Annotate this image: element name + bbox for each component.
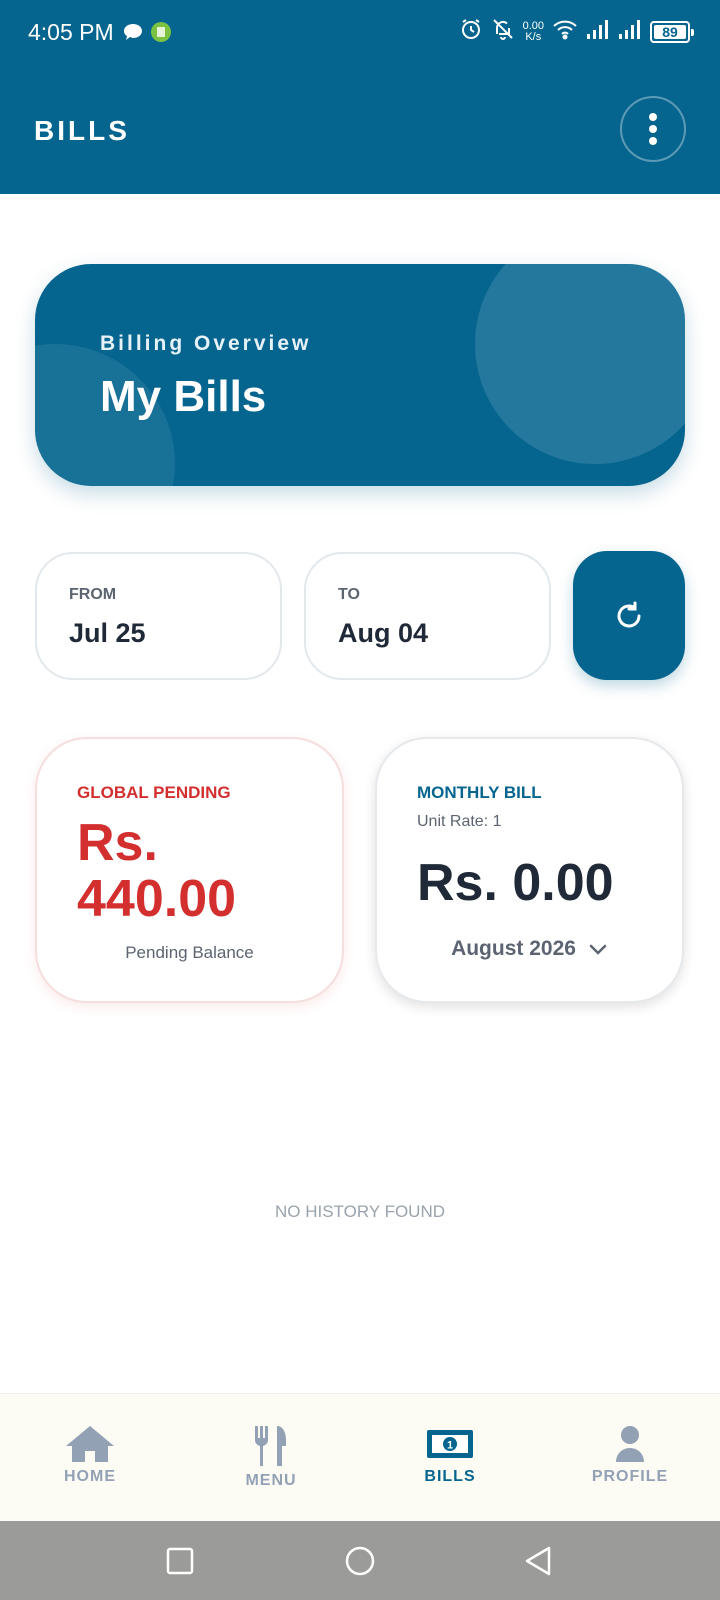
monthly-bill-label: MONTHLY BILL — [417, 783, 542, 802]
nav-label-menu: MENU — [245, 1472, 297, 1489]
svg-text:1: 1 — [447, 1440, 453, 1452]
square-icon — [166, 1547, 194, 1575]
user-icon — [616, 1426, 644, 1462]
hero-subtitle: Billing Overview — [100, 332, 312, 355]
status-time: 4:05 PM — [28, 19, 114, 45]
alarm-icon — [459, 17, 483, 46]
network-speed: 0.00 K/s — [523, 20, 544, 43]
battery-icon: 89 — [650, 20, 694, 43]
back-triangle-icon — [525, 1546, 551, 1576]
circle-icon — [345, 1546, 375, 1576]
bottom-navigation: HOME MENU 1 BILLS PROFILE — [0, 1393, 720, 1521]
from-label: FROM — [69, 586, 117, 603]
wifi-icon — [552, 18, 578, 45]
monthly-bill-card: MONTHLY BILL Unit Rate: 1 Rs. 0.00 Augus… — [375, 737, 684, 1003]
status-bar: 4:05 PM 0.00 K/s 89 — [0, 0, 720, 66]
nav-label-profile: PROFILE — [591, 1468, 669, 1485]
pending-balance-caption: Pending Balance — [125, 943, 254, 962]
from-date-value: Jul 25 — [69, 618, 146, 648]
nav-label-home: HOME — [64, 1468, 116, 1485]
speed-unit: K/s — [525, 30, 542, 43]
more-options-button[interactable] — [620, 96, 686, 162]
recent-apps-button[interactable] — [160, 1541, 200, 1581]
nav-item-bills[interactable]: 1 BILLS — [390, 1424, 510, 1486]
to-date-value: Aug 04 — [338, 618, 429, 648]
billing-overview-card: Billing Overview My Bills — [35, 264, 685, 486]
bills-screen: 4:05 PM 0.00 K/s 89 BILLS Billing Overvi… — [0, 0, 720, 1600]
month-dropdown[interactable]: August 2026 — [377, 937, 682, 961]
signal-icon — [618, 18, 642, 45]
app-badge-icon — [150, 21, 172, 48]
page-title: BILLS — [34, 115, 130, 146]
battery-level: 89 — [662, 23, 678, 40]
unit-rate: Unit Rate: 1 — [417, 813, 502, 830]
more-vert-icon — [649, 113, 657, 145]
global-pending-label: GLOBAL PENDING — [77, 783, 231, 802]
global-pending-amount: Rs. 440.00 — [77, 814, 237, 928]
back-button[interactable] — [518, 1541, 558, 1581]
selected-month: August 2026 — [451, 937, 576, 960]
utensils-icon — [255, 1426, 286, 1466]
system-navigation-bar — [0, 1521, 720, 1600]
nav-label-bills: BILLS — [424, 1468, 476, 1485]
from-date-picker[interactable]: FROM Jul 25 — [35, 552, 282, 680]
status-left-icons — [122, 21, 172, 48]
status-right-icons: 0.00 K/s 89 — [459, 17, 694, 46]
home-button[interactable] — [340, 1541, 380, 1581]
nav-item-menu[interactable]: MENU — [211, 1424, 331, 1490]
to-label: TO — [338, 586, 360, 603]
app-header: 4:05 PM 0.00 K/s 89 BILLS — [0, 0, 720, 194]
decorative-circle — [475, 264, 685, 464]
signal-icon — [586, 18, 610, 45]
nav-item-profile[interactable]: PROFILE — [570, 1424, 690, 1486]
empty-history-message: NO HISTORY FOUND — [274, 1202, 446, 1221]
global-pending-card: GLOBAL PENDING Rs. 440.00 Pending Balanc… — [35, 737, 344, 1003]
refresh-button[interactable] — [573, 551, 685, 680]
money-bill-icon: 1 — [427, 1430, 473, 1458]
refresh-icon — [617, 601, 641, 627]
nav-item-home[interactable]: HOME — [30, 1424, 150, 1486]
monthly-bill-amount: Rs. 0.00 — [417, 854, 614, 912]
chevron-down-icon — [589, 944, 607, 955]
chat-icon — [122, 21, 144, 48]
home-icon — [66, 1426, 114, 1462]
bell-off-icon — [491, 17, 515, 46]
hero-title: My Bills — [100, 372, 267, 421]
to-date-picker[interactable]: TO Aug 04 — [304, 552, 551, 680]
